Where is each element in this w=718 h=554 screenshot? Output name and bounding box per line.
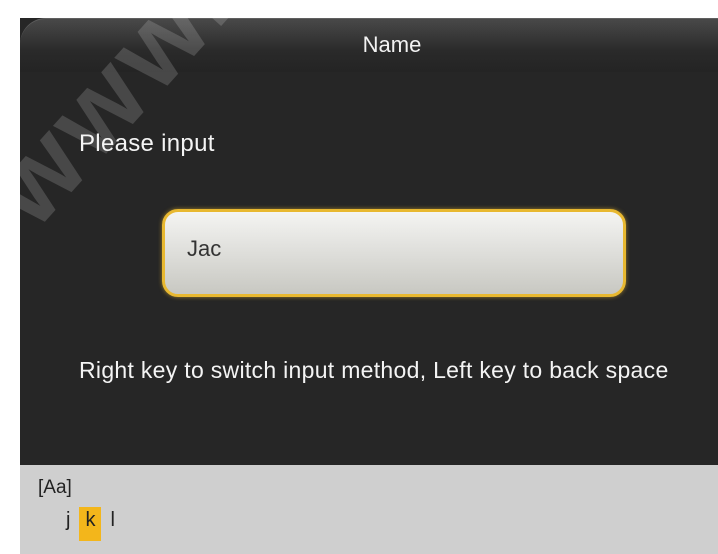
prompt-label: Please input — [79, 130, 215, 157]
input-method-bar: [Aa] j k l — [20, 465, 718, 554]
page-title: Name — [362, 32, 422, 57]
input-method-mode[interactable]: [Aa] — [38, 477, 72, 499]
name-input-field[interactable]: Jac — [162, 209, 626, 297]
candidate-l[interactable]: l — [106, 507, 118, 533]
screen: Name Please input Jac Right key to switc… — [0, 0, 718, 554]
title-bar: Name — [20, 18, 718, 72]
candidate-list: j k l — [62, 507, 124, 541]
input-hint-text: Right key to switch input method, Left k… — [79, 357, 669, 383]
candidate-j[interactable]: j — [62, 507, 74, 533]
name-input-value[interactable]: Jac — [187, 236, 221, 262]
device-display: Name Please input Jac Right key to switc… — [20, 18, 718, 554]
candidate-k-selected[interactable]: k — [79, 507, 102, 541]
